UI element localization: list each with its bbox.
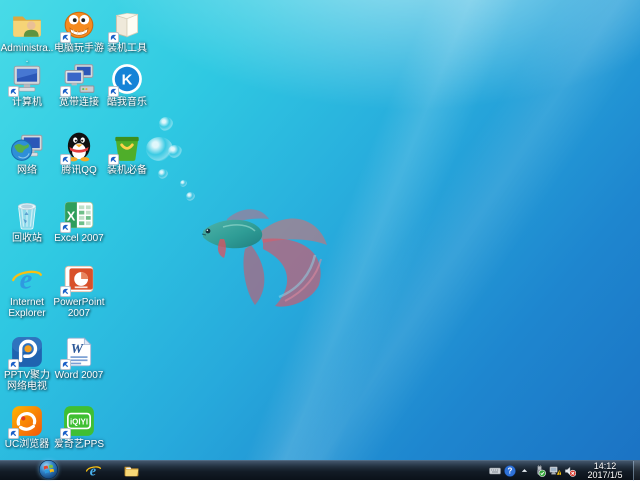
icon-label: Internet Explorer — [0, 297, 54, 319]
icon-label: 腾讯QQ — [52, 165, 106, 176]
icon-label: 爱奇艺PPS — [52, 439, 106, 450]
desktop-icon-excel[interactable]: X Excel 2007 — [54, 198, 104, 244]
betta-fish-image — [193, 193, 335, 321]
folder-icon — [123, 462, 140, 479]
shortcut-arrow-icon — [108, 86, 119, 97]
desktop-icon-broadband[interactable]: 宽带连接 — [54, 62, 104, 108]
show-hidden-icons-button[interactable] — [517, 461, 532, 481]
start-button[interactable] — [36, 461, 60, 481]
icon-label: 装机工具 — [100, 43, 154, 54]
icon-label: 网络 — [0, 165, 54, 176]
shortcut-arrow-icon — [60, 222, 71, 233]
desktop-icon-powerpoint[interactable]: PowerPoint 2007 — [54, 262, 104, 319]
shortcut-arrow-icon — [108, 154, 119, 165]
windows-logo-icon — [38, 459, 59, 480]
user-folder-icon — [10, 8, 44, 42]
svg-text:W: W — [71, 341, 85, 356]
desktop-icon-word[interactable]: W Word 2007 — [54, 335, 104, 381]
recycle-bin-icon — [10, 198, 44, 232]
computer-icon — [10, 62, 44, 96]
icon-label: 酷我音乐 — [100, 97, 154, 108]
desktop-icon-pptv[interactable]: PPTV聚力 网络电视 — [2, 335, 52, 392]
desktop-icon-install-tools[interactable]: 装机工具 — [102, 8, 152, 54]
taskbar-clock[interactable]: 14:12 2017/1/5 — [577, 462, 633, 480]
taskbar-internet-explorer-button[interactable]: e — [74, 461, 112, 481]
shopping-bag-icon — [110, 130, 144, 164]
desktop-icon-kuwo-music[interactable]: K 酷我音乐 — [102, 62, 152, 108]
bubble — [180, 180, 187, 187]
desktop-icon-administrator[interactable]: Administra... — [2, 8, 52, 65]
shortcut-arrow-icon — [60, 86, 71, 97]
desktop-icon-qq[interactable]: 腾讯QQ — [54, 130, 104, 176]
shortcut-arrow-icon — [60, 359, 71, 370]
taskbar: e ? 14:12 2017/1/5 — [0, 460, 640, 480]
network-status-warning-icon[interactable] — [547, 461, 562, 481]
shortcut-arrow-icon — [60, 32, 71, 43]
icon-label: 电脑玩手游 — [52, 43, 106, 54]
icon-label: UC浏览器 — [0, 439, 54, 450]
system-tray: ? 14:12 2017/1/5 — [487, 461, 640, 481]
powerpoint-icon — [62, 262, 96, 296]
uc-browser-icon — [10, 404, 44, 438]
shortcut-arrow-icon — [60, 428, 71, 439]
icon-label: 装机必备 — [100, 165, 154, 176]
bubble — [168, 145, 182, 158]
network-globe-icon — [10, 130, 44, 164]
icon-label: 回收站 — [0, 233, 54, 244]
network-computers-icon — [62, 62, 96, 96]
qq-penguin-icon — [62, 130, 96, 164]
desktop-icon-computer[interactable]: 计算机 — [2, 62, 52, 108]
desktop-icon-essentials[interactable]: 装机必备 — [102, 130, 152, 176]
bubble — [159, 117, 173, 131]
icon-label: PPTV聚力 网络电视 — [0, 370, 54, 392]
svg-text:e: e — [20, 264, 33, 296]
shortcut-arrow-icon — [60, 286, 71, 297]
open-box-icon — [110, 8, 144, 42]
desktop-icon-iqiyi[interactable]: iQIYI 爱奇艺PPS — [54, 404, 104, 450]
shortcut-arrow-icon — [60, 154, 71, 165]
pptv-icon — [10, 335, 44, 369]
clock-date: 2017/1/5 — [580, 471, 630, 480]
internet-explorer-icon: e — [10, 262, 44, 296]
shortcut-arrow-icon — [8, 359, 19, 370]
shortcut-arrow-icon — [8, 86, 19, 97]
volume-muted-icon[interactable] — [562, 461, 577, 481]
shortcut-arrow-icon — [108, 32, 119, 43]
show-desktop-button[interactable] — [633, 461, 640, 481]
icon-label: PowerPoint 2007 — [52, 297, 106, 319]
desktop-icon-internet-explorer[interactable]: e Internet Explorer — [2, 262, 52, 319]
desktop-icon-recycle-bin[interactable]: 回收站 — [2, 198, 52, 244]
kuwo-music-icon: K — [110, 62, 144, 96]
desktop-icon-uc-browser[interactable]: UC浏览器 — [2, 404, 52, 450]
icon-label: 宽带连接 — [52, 97, 106, 108]
help-icon[interactable]: ? — [502, 461, 517, 481]
svg-text:?: ? — [507, 466, 512, 475]
desktop-wallpaper[interactable]: Administra... 电脑玩手游 装机工具 计算机 宽带连接 K — [0, 0, 640, 460]
orange-monster-icon — [62, 8, 96, 42]
safely-remove-hardware-icon[interactable] — [532, 461, 547, 481]
svg-text:K: K — [122, 72, 133, 88]
keyboard-language-icon[interactable] — [487, 461, 502, 481]
internet-explorer-icon: e — [85, 462, 102, 479]
icon-label: 计算机 — [0, 97, 54, 108]
excel-icon: X — [62, 198, 96, 232]
iqiyi-icon: iQIYI — [62, 404, 96, 438]
icon-label: Word 2007 — [52, 370, 106, 381]
desktop-icon-game-monster[interactable]: 电脑玩手游 — [54, 8, 104, 54]
shortcut-arrow-icon — [8, 428, 19, 439]
bubble — [158, 169, 168, 179]
word-icon: W — [62, 335, 96, 369]
svg-text:e: e — [89, 463, 96, 479]
taskbar-windows-explorer-button[interactable] — [112, 461, 150, 481]
desktop-icon-network[interactable]: 网络 — [2, 130, 52, 176]
svg-text:iQIYI: iQIYI — [70, 418, 88, 427]
icon-label: Excel 2007 — [52, 233, 106, 244]
